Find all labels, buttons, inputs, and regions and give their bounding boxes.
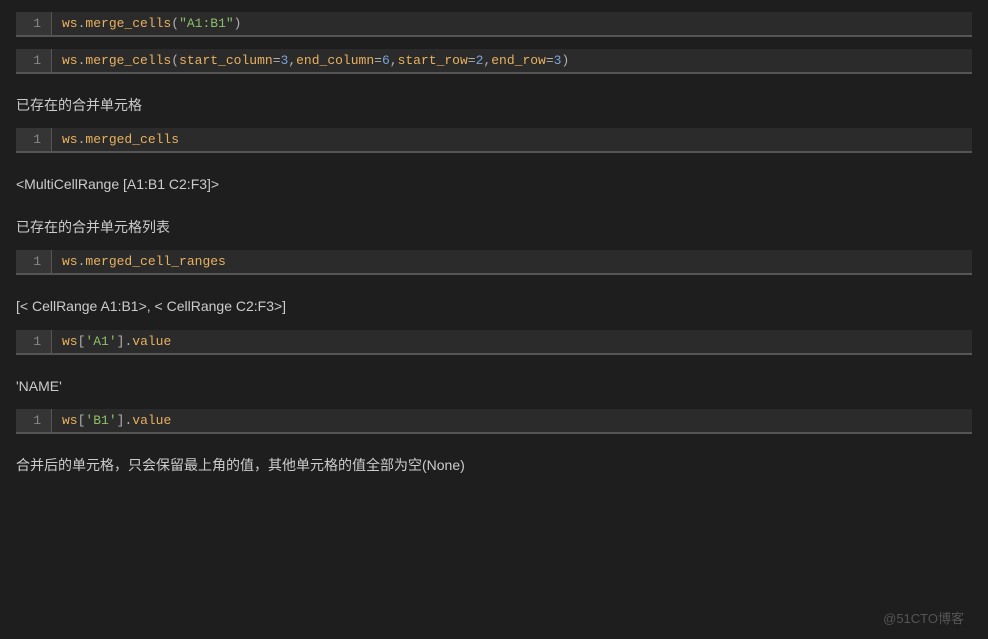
code-token: ( — [171, 16, 179, 31]
line-number: 1 — [16, 409, 52, 432]
code-token: value — [132, 334, 171, 349]
code-token: ws — [62, 16, 78, 31]
code-token: merged_cells — [85, 132, 179, 147]
code-token: value — [132, 413, 171, 428]
code-token: 'A1' — [85, 334, 116, 349]
code-block: 1ws.merged_cells — [16, 128, 972, 153]
document-content: 1ws.merge_cells("A1:B1")1ws.merge_cells(… — [0, 12, 988, 502]
code-token: "A1:B1" — [179, 16, 234, 31]
code-token: ) — [234, 16, 242, 31]
code-token: = — [273, 53, 281, 68]
text-paragraph: 合并后的单元格，只会保留最上角的值，其他单元格的值全部为空(None) — [16, 454, 972, 476]
code-block: 1ws.merged_cell_ranges — [16, 250, 972, 275]
code-token: ) — [561, 53, 569, 68]
code-token: start_row — [398, 53, 468, 68]
code-token: = — [546, 53, 554, 68]
line-number: 1 — [16, 330, 52, 353]
code-content: ws['B1'].value — [52, 409, 972, 432]
line-number: 1 — [16, 250, 52, 273]
code-token: merge_cells — [85, 53, 171, 68]
code-token: 6 — [382, 53, 390, 68]
code-token: = — [468, 53, 476, 68]
code-content: ws.merge_cells(start_column=3,end_column… — [52, 49, 972, 72]
code-block: 1ws.merge_cells(start_column=3,end_colum… — [16, 49, 972, 74]
code-content: ws.merged_cell_ranges — [52, 250, 972, 273]
text-paragraph: <MultiCellRange [A1:B1 C2:F3]> — [16, 173, 972, 195]
code-token: end_column — [296, 53, 374, 68]
code-token: , — [390, 53, 398, 68]
code-block: 1ws['A1'].value — [16, 330, 972, 355]
text-paragraph: 已存在的合并单元格列表 — [16, 216, 972, 238]
code-token: merge_cells — [85, 16, 171, 31]
code-block: 1ws.merge_cells("A1:B1") — [16, 12, 972, 37]
text-paragraph: 'NAME' — [16, 375, 972, 397]
code-token: ws — [62, 413, 78, 428]
code-content: ws.merge_cells("A1:B1") — [52, 12, 972, 35]
code-token: end_row — [491, 53, 546, 68]
line-number: 1 — [16, 12, 52, 35]
watermark: @51CTO博客 — [883, 608, 964, 627]
text-paragraph: [< CellRange A1:B1>, < CellRange C2:F3>] — [16, 295, 972, 317]
code-content: ws.merged_cells — [52, 128, 972, 151]
code-token: ( — [171, 53, 179, 68]
code-token: merged_cell_ranges — [85, 254, 225, 269]
line-number: 1 — [16, 128, 52, 151]
code-token: 'B1' — [85, 413, 116, 428]
code-block: 1ws['B1'].value — [16, 409, 972, 434]
line-number: 1 — [16, 49, 52, 72]
code-token: start_column — [179, 53, 273, 68]
code-token: ws — [62, 53, 78, 68]
code-content: ws['A1'].value — [52, 330, 972, 353]
code-token: , — [288, 53, 296, 68]
code-token: = — [374, 53, 382, 68]
text-paragraph: 已存在的合并单元格 — [16, 94, 972, 116]
code-token: ws — [62, 132, 78, 147]
code-token: ws — [62, 334, 78, 349]
code-token: ws — [62, 254, 78, 269]
